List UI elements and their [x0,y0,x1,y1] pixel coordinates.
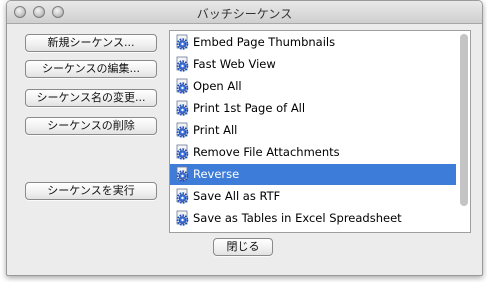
gear-document-icon [176,122,189,138]
gear-document-icon [176,100,189,116]
gear-document-icon [176,34,189,50]
edit-sequence-button[interactable]: シーケンスの編集... [25,60,157,78]
sequence-name: Remove File Attachments [193,145,340,159]
gear-document-icon [176,188,189,204]
run-sequence-button[interactable]: シーケンスを実行 [25,182,157,200]
list-item[interactable]: Open All [170,76,456,97]
list-item[interactable]: Embed Page Thumbnails [170,32,456,53]
gear-document-icon [176,144,189,160]
new-sequence-button[interactable]: 新規シーケンス... [25,34,157,52]
list-item[interactable]: Save All as RTF [170,186,456,207]
list-item[interactable]: Print 1st Page of All [170,98,456,119]
delete-sequence-button[interactable]: シーケンスの削除 [25,117,157,135]
list-item[interactable]: Fast Web View [170,54,456,75]
list-item[interactable]: Save as Tables in Excel Spreadsheet [170,208,456,229]
sequence-name: Embed Page Thumbnails [193,35,336,49]
list-item-selected[interactable]: Reverse [170,164,456,185]
gear-document-icon [176,210,189,226]
title-bar: バッチシーケンス [7,1,482,24]
close-button[interactable]: 閉じる [213,238,273,256]
sequence-name: Print All [193,123,238,137]
sequence-name: Fast Web View [193,57,276,71]
list-item[interactable]: Remove File Attachments [170,142,456,163]
batch-sequences-window: バッチシーケンス 新規シーケンス... シーケンスの編集... シーケンス名の変… [6,0,483,276]
scrollbar-thumb[interactable] [460,34,468,206]
window-title: バッチシーケンス [196,7,293,21]
rename-sequence-button[interactable]: シーケンス名の変更... [25,89,157,107]
sequence-name: Save All as RTF [193,189,281,203]
sequence-list[interactable]: Embed Page Thumbnails Fast Web View Open… [169,30,471,233]
sequence-name: Open All [193,79,242,93]
gear-document-icon [176,56,189,72]
sequence-name: Print 1st Page of All [193,101,306,115]
gear-document-icon [176,78,189,94]
list-item[interactable]: Print All [170,120,456,141]
sequence-name: Reverse [193,167,240,181]
gear-document-icon [176,166,189,182]
sequence-name: Save as Tables in Excel Spreadsheet [193,211,402,225]
